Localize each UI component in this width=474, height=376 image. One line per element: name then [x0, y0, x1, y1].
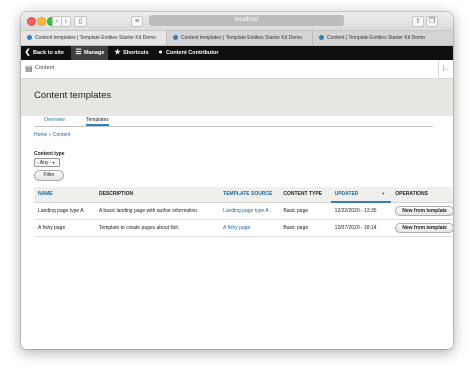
- sort-descending-icon: ▼: [381, 191, 386, 196]
- address-text: localhost: [234, 17, 259, 23]
- tab-templates[interactable]: Templates: [86, 116, 109, 126]
- column-header-operations: OPERATIONS: [391, 187, 453, 203]
- table-row: Landing page type A A basic landing page…: [34, 202, 453, 220]
- template-description: Template to create pages about fish.: [94, 219, 220, 237]
- drupal-favicon-icon: [27, 35, 32, 40]
- orientation-toggle-icon[interactable]: |←: [438, 60, 453, 78]
- template-content-type: Basic page: [279, 202, 331, 220]
- drupal-favicon-icon: [173, 35, 178, 40]
- sidebar-icon[interactable]: ▯: [74, 16, 87, 27]
- column-header-description: DESCRIPTION: [94, 187, 220, 203]
- template-source-link[interactable]: A fishy page: [219, 219, 280, 237]
- drupal-favicon-icon: [319, 35, 324, 40]
- browser-titlebar: ‹ › ▯ ≡ localhost ⇧ ❐: [21, 12, 453, 31]
- column-header-template-source[interactable]: TEMPLATE SOURCE: [219, 187, 280, 203]
- shortcuts-tab[interactable]: ★ Shortcuts: [114, 46, 148, 60]
- reader-icon[interactable]: ≡: [131, 16, 143, 27]
- back-arrow-icon: ❮: [24, 49, 31, 56]
- back-to-site-link[interactable]: ❮ Back to site: [24, 46, 64, 60]
- page-header: Content templates: [21, 79, 453, 116]
- primary-tabs: Overview Templates: [34, 116, 433, 127]
- browser-tab-bar: Content templates | Template Entities St…: [21, 31, 453, 46]
- main-content: Content templates Overview Templates Hom…: [21, 79, 453, 349]
- template-updated: 12/22/2020 - 13:35: [330, 202, 392, 220]
- menu-icon: ☰: [75, 49, 82, 56]
- new-from-template-button[interactable]: New from template: [395, 205, 453, 216]
- tab-overview[interactable]: Overview: [44, 116, 65, 125]
- template-content-type: Basic page: [279, 219, 331, 237]
- tabs-overview-icon[interactable]: ❐: [426, 16, 438, 27]
- template-updated: 12/07/2020 - 18:14: [330, 219, 392, 237]
- template-description: A basic landing page with author informa…: [94, 202, 220, 220]
- browser-tab[interactable]: Content templates | Template Entities St…: [167, 31, 313, 45]
- address-bar[interactable]: localhost: [149, 15, 344, 26]
- page-title: Content templates: [34, 90, 112, 101]
- share-icon[interactable]: ⇧: [412, 16, 424, 27]
- templates-table: NAME DESCRIPTION TEMPLATE SOURCE CONTENT…: [34, 187, 453, 237]
- close-window-button[interactable]: [27, 17, 36, 26]
- user-icon: ●: [158, 49, 163, 56]
- browser-tab[interactable]: Content templates | Template Entities St…: [21, 31, 167, 45]
- content-type-label: Content type: [34, 151, 65, 157]
- file-icon: ▤: [25, 64, 33, 73]
- new-from-template-button[interactable]: New from template: [395, 223, 453, 233]
- minimize-window-button[interactable]: [37, 17, 46, 26]
- content-menu-link[interactable]: Content: [35, 65, 54, 71]
- template-source-link[interactable]: Landing page type A: [219, 202, 280, 220]
- filter-button[interactable]: Filter: [34, 170, 64, 181]
- user-tab[interactable]: ● Content Contributor: [157, 46, 218, 60]
- forward-arrow-icon[interactable]: ›: [61, 16, 71, 27]
- template-name: A fishy page: [34, 219, 95, 237]
- column-header-content-type: CONTENT TYPE: [279, 187, 331, 203]
- admin-toolbar: ❮ Back to site ☰ Manage ★ Shortcuts ● Conten…: [21, 46, 453, 60]
- chevron-down-icon: ▾: [52, 160, 55, 165]
- manage-tab[interactable]: ☰ Manage: [71, 46, 109, 60]
- browser-window: ‹ › ▯ ≡ localhost ⇧ ❐ Content templates …: [21, 12, 453, 349]
- table-row: A fishy page Template to create pages ab…: [34, 219, 453, 237]
- template-name: Landing page type A: [34, 202, 95, 220]
- breadcrumb[interactable]: Home » Content: [34, 132, 70, 138]
- column-header-updated[interactable]: UPDATED ▼: [330, 187, 392, 203]
- secondary-toolbar: ▤ Content |←: [21, 60, 453, 79]
- column-header-name[interactable]: NAME: [34, 187, 95, 203]
- browser-tab[interactable]: Content | Template Entities Starter Kit …: [313, 31, 453, 45]
- content-type-select[interactable]: - Any -▾: [34, 158, 60, 167]
- star-icon: ★: [114, 49, 121, 56]
- table-header-row: NAME DESCRIPTION TEMPLATE SOURCE CONTENT…: [34, 187, 453, 203]
